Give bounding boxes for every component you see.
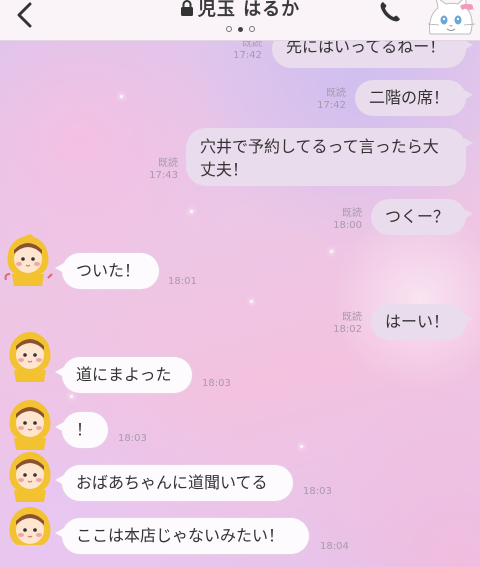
message-bubble-received[interactable]: ついた！ bbox=[55, 253, 159, 289]
message-time: 18:03 bbox=[303, 486, 332, 497]
phone-icon[interactable] bbox=[378, 0, 402, 24]
read-receipt: 既読 bbox=[158, 158, 178, 169]
read-receipt: 既読 bbox=[342, 312, 362, 323]
message-bubble-received[interactable]: 道にまよった bbox=[55, 357, 192, 393]
read-receipt: 既読 bbox=[342, 208, 362, 219]
message-meta: 既読 17:42 bbox=[306, 88, 346, 112]
sparkle bbox=[300, 445, 303, 448]
page-indicator bbox=[0, 26, 480, 32]
message-time: 17:43 bbox=[149, 170, 178, 181]
contact-avatar-chick-icon[interactable] bbox=[2, 450, 58, 506]
contact-avatar-chick-icon[interactable] bbox=[0, 234, 56, 290]
contact-avatar-chick-icon[interactable] bbox=[2, 505, 58, 561]
lock-icon bbox=[180, 0, 193, 16]
message-meta: 既読 17:43 bbox=[138, 158, 178, 182]
message-time: 18:00 bbox=[333, 220, 362, 231]
sparkle bbox=[250, 300, 253, 303]
message-bubble-sent[interactable]: つくー？ bbox=[371, 199, 473, 235]
read-receipt: 既読 bbox=[326, 88, 346, 99]
message-meta: 既読 18:02 bbox=[322, 312, 362, 336]
contact-avatar-chick-icon[interactable] bbox=[2, 398, 58, 454]
sparkle bbox=[330, 250, 333, 253]
message-bubble-received[interactable]: ここは本店じゃないみたい！ bbox=[55, 518, 309, 554]
message-time: 17:42 bbox=[233, 50, 262, 61]
page-dot bbox=[248, 26, 255, 32]
message-time: 18:04 bbox=[320, 541, 349, 552]
message-meta: 既読 17:42 bbox=[222, 38, 262, 62]
sparkle bbox=[120, 95, 123, 98]
message-bubble-received[interactable]: ！ bbox=[55, 412, 108, 448]
message-bubble-sent[interactable]: 二階の席！ bbox=[355, 80, 473, 116]
page-dot bbox=[225, 26, 232, 32]
sparkle bbox=[190, 210, 193, 213]
message-bubble-sent[interactable]: はーい！ bbox=[371, 304, 473, 340]
page-dot-active bbox=[237, 27, 243, 32]
chat-title[interactable]: 児玉 はるか bbox=[198, 0, 300, 20]
message-time: 18:03 bbox=[202, 378, 231, 389]
cat-sticker-icon[interactable] bbox=[420, 0, 480, 40]
message-bubble-received[interactable]: おばあちゃんに道聞いてる bbox=[55, 465, 293, 501]
chat-header: 児玉 はるか bbox=[0, 0, 480, 41]
message-time: 17:42 bbox=[317, 100, 346, 111]
message-time: 18:01 bbox=[168, 276, 197, 287]
sparkle bbox=[70, 395, 73, 398]
message-meta: 既読 18:00 bbox=[322, 208, 362, 232]
contact-avatar-chick-icon[interactable] bbox=[2, 330, 58, 386]
message-bubble-sent[interactable]: 穴井で予約してるって言ったら大丈夫！ bbox=[186, 128, 473, 186]
message-time: 18:02 bbox=[333, 324, 362, 335]
message-time: 18:03 bbox=[118, 433, 147, 444]
chat-title-wrap: 児玉 はるか bbox=[0, 0, 480, 20]
